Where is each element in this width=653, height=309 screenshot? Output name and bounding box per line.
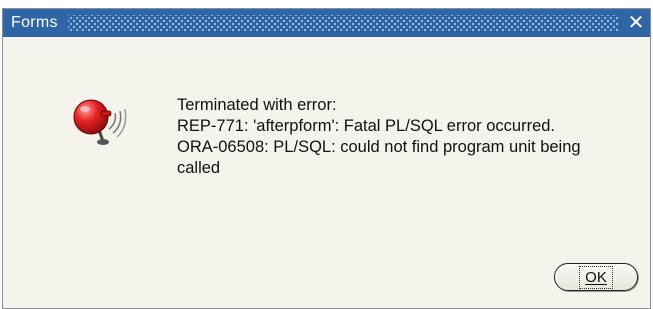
window-title: Forms <box>11 14 58 31</box>
message-line: ORA-06508: PL/SQL: could not find progra… <box>177 138 581 156</box>
close-button[interactable]: ✕ <box>626 12 646 34</box>
message-line: called <box>177 159 221 177</box>
title-bar-pattern <box>67 15 618 31</box>
alarm-bell-icon <box>73 99 127 145</box>
message-line: REP-771: 'afterpform': Fatal PL/SQL erro… <box>177 117 556 135</box>
title-bar[interactable]: Forms ✕ <box>3 9 650 37</box>
ok-button[interactable]: OK <box>554 263 638 291</box>
ok-button-label: OK <box>579 265 613 289</box>
error-message: Terminated with error: REP-771: 'afterpf… <box>177 95 637 179</box>
error-dialog: Forms ✕ Terminated with error: REP-771: … <box>2 8 651 309</box>
message-line: Terminated with error: <box>177 96 337 114</box>
